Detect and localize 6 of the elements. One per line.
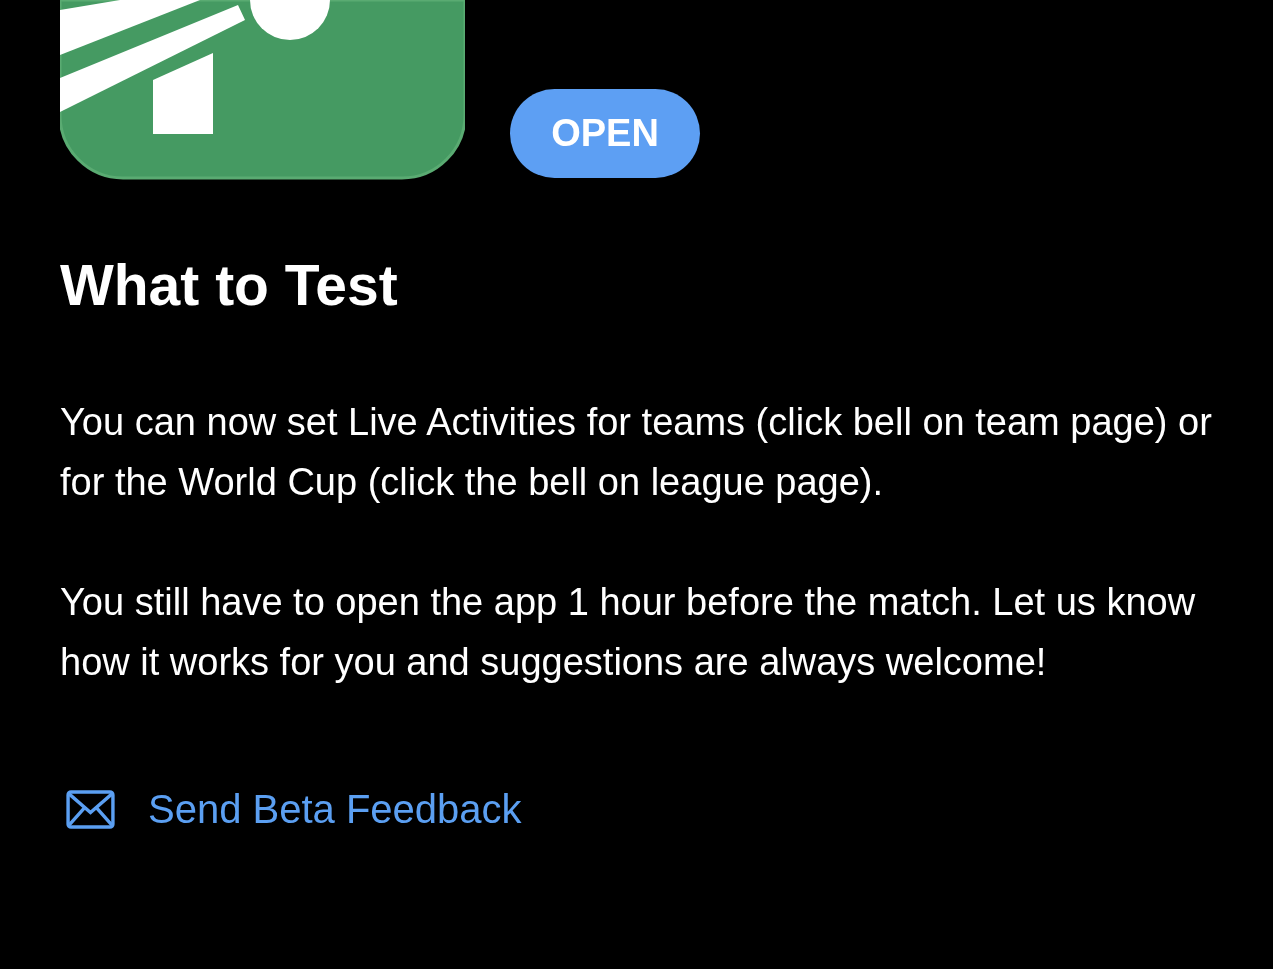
description-paragraph: You can now set Live Activities for teams (click bell on team page) or for the World Cup (click the bell on league page).: [60, 400, 1213, 505]
description-paragraph: You still have to open the app 1 hour before the match. Let us know how it works for you and suggestions are always welcome!: [60, 580, 1197, 685]
envelope-icon: [66, 789, 115, 829]
feedback-link[interactable]: Send Beta Feedback: [148, 784, 522, 834]
section-heading: What to Test: [60, 252, 399, 319]
app-icon: [60, 0, 465, 180]
